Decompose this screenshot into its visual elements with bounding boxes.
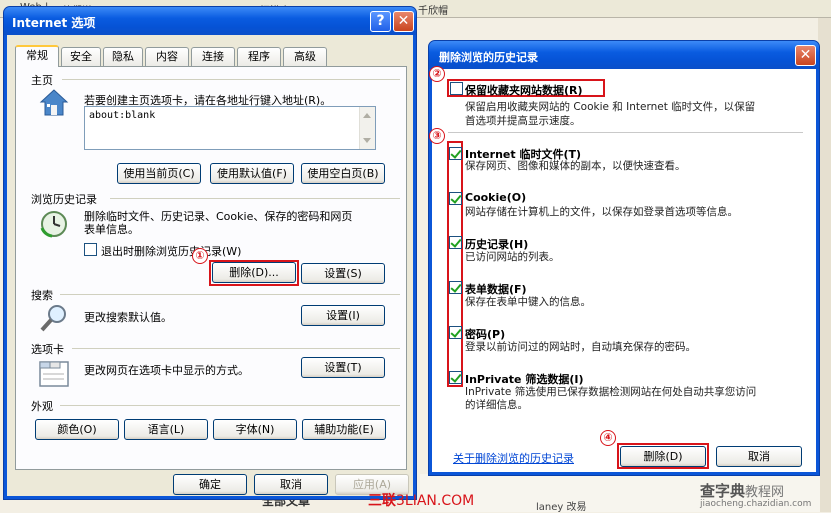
group-divider: [110, 198, 400, 199]
about-delete-history-link[interactable]: 关于删除浏览的历史记录: [453, 450, 574, 466]
temp-files-desc: 保存网页、图像和媒体的副本，以便快速查看。: [465, 160, 686, 172]
tabs-window-icon: [39, 361, 69, 387]
home-address-field[interactable]: about:blank: [84, 106, 376, 150]
preserve-favorites-desc: 首选项并提高显示速度。: [465, 115, 581, 127]
cookies-checkbox[interactable]: [449, 192, 462, 205]
preserve-favorites-title: 保留收藏夹网站数据(R): [465, 84, 583, 97]
address-scrollbar[interactable]: [359, 107, 375, 149]
passwords-checkbox[interactable]: [449, 326, 462, 339]
cookies-desc: 网站存储在计算机上的文件，以保存如登录首选项等信息。: [465, 206, 738, 218]
help-icon: ?: [376, 13, 385, 29]
use-default-button[interactable]: 使用默认值(F): [210, 163, 294, 184]
group-home-label: 主页: [31, 74, 53, 87]
inprivate-checkbox[interactable]: [449, 371, 462, 384]
home-icon: [39, 89, 69, 116]
group-divider: [62, 79, 400, 80]
title-bar[interactable]: Internet 选项 ? ✕: [4, 7, 416, 35]
annotation-number: ②: [429, 66, 445, 82]
group-appearance-label: 外观: [31, 400, 53, 413]
delete-on-exit-checkbox[interactable]: [84, 243, 97, 256]
search-settings-button[interactable]: 设置(I): [301, 305, 385, 326]
history-description-line2: 表单信息。: [84, 223, 139, 236]
fonts-button[interactable]: 字体(N): [213, 419, 297, 440]
background-text: 千欣帽: [418, 6, 448, 17]
tab-general[interactable]: 常规: [15, 45, 59, 67]
confirm-delete-button[interactable]: 删除(D): [620, 446, 706, 467]
preserve-favorites-checkbox[interactable]: [450, 82, 463, 95]
watermark-site: 查字典教程网: [700, 482, 785, 500]
ok-button[interactable]: 确定: [173, 474, 247, 495]
annotation-box: [209, 260, 299, 286]
form-data-desc: 保存在表单中键入的信息。: [465, 296, 591, 308]
group-search-label: 搜索: [31, 289, 53, 302]
tabs-settings-button[interactable]: 设置(T): [301, 357, 385, 378]
background-text: laney 改易: [536, 502, 587, 513]
tab-programs[interactable]: 程序: [237, 47, 281, 66]
dialog-title-bar[interactable]: 删除浏览的历史记录 ✕: [429, 41, 819, 69]
annotation-number: ④: [600, 430, 616, 446]
dialog-title: 删除浏览的历史记录: [439, 51, 538, 64]
cancel-button[interactable]: 取消: [254, 474, 328, 495]
colors-button[interactable]: 颜色(O): [35, 419, 119, 440]
inprivate-desc: 的详细信息。: [465, 399, 528, 411]
group-divider: [60, 405, 400, 406]
dialog-close-button[interactable]: ✕: [795, 45, 816, 66]
annotation-box: [447, 141, 463, 387]
languages-button[interactable]: 语言(L): [124, 419, 208, 440]
search-description: 更改搜索默认值。: [84, 311, 172, 324]
group-divider: [72, 348, 400, 349]
annotation-number: ③: [429, 128, 445, 144]
dialog-cancel-button[interactable]: 取消: [716, 446, 802, 467]
tab-content[interactable]: 内容: [145, 47, 189, 66]
tab-privacy[interactable]: 隐私: [103, 47, 143, 66]
dialog-divider: [448, 132, 803, 133]
history-settings-button[interactable]: 设置(S): [301, 263, 385, 284]
use-current-button[interactable]: 使用当前页(C): [117, 163, 201, 184]
form-data-checkbox[interactable]: [449, 281, 462, 294]
group-history-label: 浏览历史记录: [31, 193, 97, 206]
help-button[interactable]: ?: [370, 11, 391, 32]
annotation-number: ①: [192, 248, 208, 264]
watermark-brand: 三联3LIAN.COM: [368, 493, 475, 509]
home-address-value: about:blank: [89, 110, 156, 121]
cookies-title: Cookie(O): [465, 191, 527, 204]
use-blank-button[interactable]: 使用空白页(B): [301, 163, 385, 184]
delete-on-exit-label: 退出时删除浏览历史记录(W): [101, 245, 242, 258]
watermark-url: jiaocheng.chazidian.com: [700, 499, 812, 509]
history-clock-icon: [40, 211, 67, 238]
group-divider: [60, 294, 400, 295]
close-icon: ✕: [397, 13, 410, 29]
close-button[interactable]: ✕: [393, 11, 414, 32]
tab-connections[interactable]: 连接: [191, 47, 235, 66]
search-icon: [40, 305, 66, 332]
close-icon: ✕: [799, 47, 812, 63]
preserve-favorites-desc: 保留启用收藏夹网站的 Cookie 和 Internet 临时文件，以保留: [465, 101, 756, 113]
tabs-description: 更改网页在选项卡中显示的方式。: [84, 364, 249, 377]
accessibility-button[interactable]: 辅助功能(E): [302, 419, 386, 440]
group-tabs-label: 选项卡: [31, 343, 64, 356]
tab-advanced[interactable]: 高级: [283, 47, 327, 66]
passwords-desc: 登录以前访问过的网站时，自动填充保存的密码。: [465, 341, 696, 353]
history-checkbox[interactable]: [449, 236, 462, 249]
window-title: Internet 选项: [12, 16, 96, 30]
temp-files-checkbox[interactable]: [449, 147, 462, 160]
tab-security[interactable]: 安全: [61, 47, 101, 66]
history-desc: 已访问网站的列表。: [465, 251, 560, 263]
